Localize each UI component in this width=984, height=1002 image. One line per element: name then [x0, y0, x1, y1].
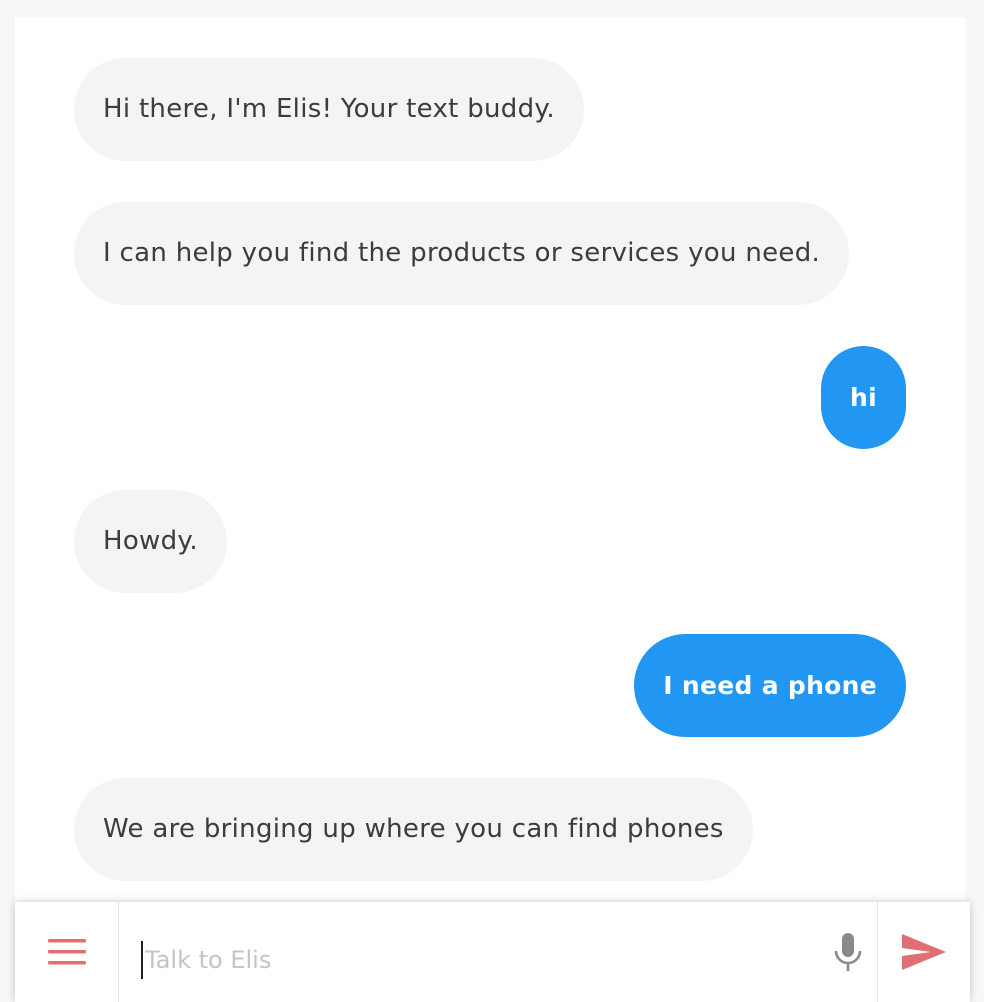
message-row: I can help you find the products or serv… — [15, 202, 966, 305]
message-input-wrapper — [119, 902, 819, 1002]
menu-button[interactable] — [15, 902, 119, 1002]
message-row: We are bringing up where you can find ph… — [15, 778, 966, 881]
message-row: Hi there, I'm Elis! Your text buddy. — [15, 58, 966, 161]
message-list: Hi there, I'm Elis! Your text buddy. I c… — [15, 58, 966, 922]
user-message-bubble: I need a phone — [634, 634, 906, 737]
bot-message-bubble: Hi there, I'm Elis! Your text buddy. — [74, 58, 584, 161]
hamburger-menu-icon — [47, 939, 86, 965]
user-message-bubble: hi — [821, 346, 906, 449]
bot-message-bubble: We are bringing up where you can find ph… — [74, 778, 753, 881]
message-row: I need a phone — [15, 634, 966, 737]
message-composer — [15, 902, 970, 1002]
message-row: hi — [15, 346, 966, 449]
microphone-icon — [834, 933, 862, 971]
chat-panel: Hi there, I'm Elis! Your text buddy. I c… — [15, 17, 966, 1002]
send-arrow-icon — [902, 934, 946, 970]
microphone-button[interactable] — [819, 902, 878, 1002]
message-row: Howdy. — [15, 490, 966, 593]
bot-message-bubble: Howdy. — [74, 490, 227, 593]
send-button[interactable] — [878, 902, 970, 1002]
bot-message-bubble: I can help you find the products or serv… — [74, 202, 850, 305]
message-input[interactable] — [141, 941, 787, 979]
